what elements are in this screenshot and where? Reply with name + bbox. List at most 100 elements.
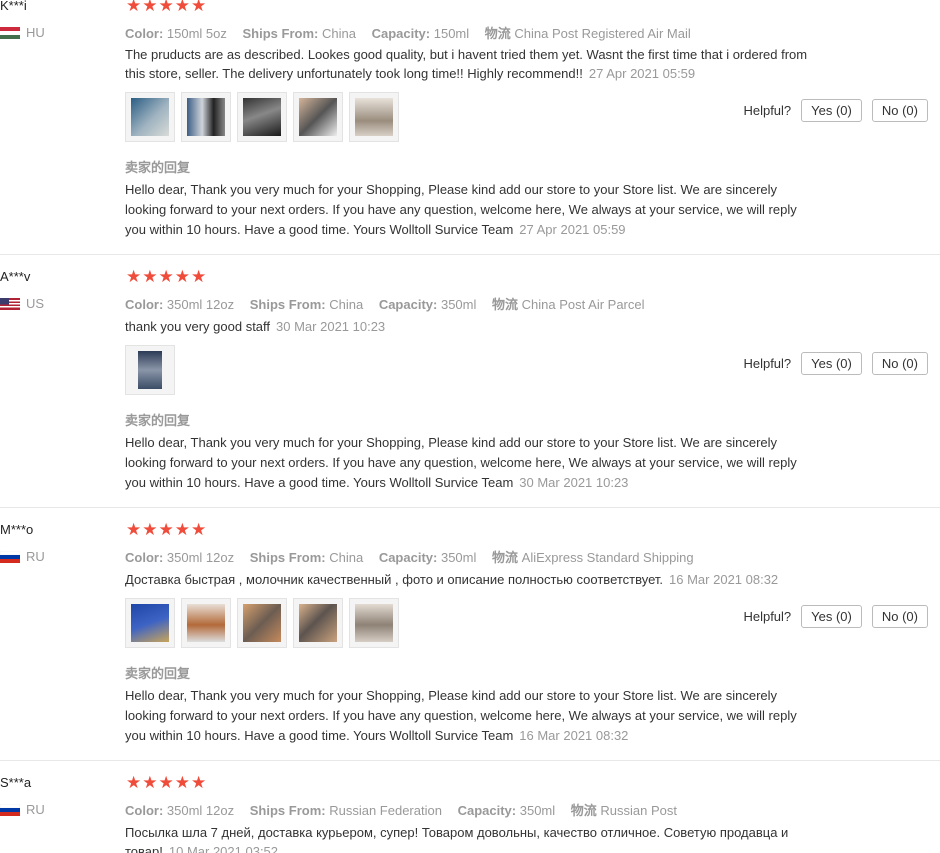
review-photo[interactable] — [349, 92, 399, 142]
logistics-value: Russian Post — [600, 803, 678, 818]
ships-from-label: Ships From: — [249, 803, 326, 818]
flag-ru-icon — [0, 550, 20, 563]
country-code: HU — [26, 25, 45, 40]
review-photo[interactable] — [237, 598, 287, 648]
review-photo[interactable] — [125, 345, 175, 395]
helpful-yes-button[interactable]: Yes (0) — [801, 99, 862, 122]
capacity-value: 350ml — [440, 550, 477, 565]
reviewer-name: S***a — [0, 775, 32, 790]
review-photos — [125, 598, 399, 648]
review-text: The pruducts are as described. Lookes go… — [125, 45, 825, 83]
ships-from-value: China — [321, 26, 356, 41]
helpful-vote: Helpful? Yes (0) No (0) — [743, 352, 928, 375]
reviewer-country: RU — [0, 802, 45, 817]
helpful-label: Helpful? — [743, 609, 792, 624]
review-photo[interactable] — [125, 598, 175, 648]
review-photos — [125, 345, 175, 395]
seller-reply: Hello dear, Thank you very much for your… — [125, 180, 805, 240]
reviewer-country: US — [0, 296, 44, 311]
logistics-label: 物流 — [484, 26, 511, 41]
helpful-yes-button[interactable]: Yes (0) — [801, 605, 862, 628]
review-photo[interactable] — [181, 92, 231, 142]
logistics-label: 物流 — [492, 550, 519, 565]
review-text: thank you very good staff 30 Mar 2021 10:… — [125, 317, 825, 336]
ships-from-value: China — [329, 297, 364, 312]
capacity-label: Capacity: — [457, 803, 517, 818]
review-photo[interactable] — [293, 92, 343, 142]
seller-reply-text: Hello dear, Thank you very much for your… — [125, 182, 797, 237]
review-body: Доставка быстрая , молочник качественный… — [125, 572, 664, 587]
country-code: US — [26, 296, 45, 311]
seller-reply-title: 卖家的回复 — [125, 666, 191, 681]
reviewer-name: K***i — [0, 0, 27, 13]
review-item: K***i HU ★★★★★ Color: 150ml 5oz Ships Fr… — [0, 0, 940, 255]
review-item: A***v US ★★★★★ Color: 350ml 12oz Ships F… — [0, 254, 940, 508]
review-photo[interactable] — [349, 598, 399, 648]
review-text: Доставка быстрая , молочник качественный… — [125, 570, 825, 589]
helpful-no-button[interactable]: No (0) — [871, 352, 928, 375]
star-rating: ★★★★★ — [126, 520, 208, 539]
ships-from-label: Ships From: — [249, 550, 326, 565]
logistics-value: AliExpress Standard Shipping — [521, 550, 694, 565]
review-body: The pruducts are as described. Lookes go… — [125, 47, 808, 81]
color-value: 350ml 12oz — [166, 803, 235, 818]
helpful-label: Helpful? — [743, 356, 792, 371]
flag-hu-icon — [0, 26, 20, 39]
review-photo[interactable] — [181, 598, 231, 648]
ships-from-label: Ships From: — [242, 26, 319, 41]
star-rating: ★★★★★ — [126, 267, 208, 286]
seller-reply-text: Hello dear, Thank you very much for your… — [125, 435, 797, 490]
helpful-no-button[interactable]: No (0) — [871, 605, 928, 628]
sku-attributes: Color: 150ml 5oz Ships From: China Capac… — [125, 23, 691, 42]
seller-reply-title: 卖家的回复 — [125, 160, 191, 175]
seller-reply: Hello dear, Thank you very much for your… — [125, 433, 805, 493]
helpful-yes-button[interactable]: Yes (0) — [801, 352, 862, 375]
logistics-value: China Post Air Parcel — [521, 297, 645, 312]
capacity-label: Capacity: — [378, 550, 438, 565]
reviewer-name: A***v — [0, 269, 31, 284]
helpful-vote: Helpful? Yes (0) No (0) — [743, 99, 928, 122]
review-text: Посылка шла 7 дней, доставка курьером, с… — [125, 823, 825, 853]
review-photo[interactable] — [293, 598, 343, 648]
seller-reply: Hello dear, Thank you very much for your… — [125, 686, 805, 746]
capacity-label: Capacity: — [378, 297, 438, 312]
capacity-label: Capacity: — [371, 26, 431, 41]
logistics-label: 物流 — [570, 803, 597, 818]
country-code: RU — [26, 549, 45, 564]
color-label: Color: — [125, 297, 164, 312]
color-value: 350ml 12oz — [166, 297, 235, 312]
logistics-label: 物流 — [492, 297, 519, 312]
reviewer-country: RU — [0, 549, 45, 564]
review-photo[interactable] — [125, 92, 175, 142]
helpful-label: Helpful? — [743, 103, 792, 118]
color-label: Color: — [125, 26, 164, 41]
review-photo[interactable] — [237, 92, 287, 142]
reply-date: 16 Mar 2021 08:32 — [519, 728, 629, 743]
helpful-vote: Helpful? Yes (0) No (0) — [743, 605, 928, 628]
capacity-value: 150ml — [433, 26, 470, 41]
color-value: 150ml 5oz — [166, 26, 227, 41]
reviewer-name: M***o — [0, 522, 34, 537]
star-rating: ★★★★★ — [126, 0, 208, 15]
sku-attributes: Color: 350ml 12oz Ships From: China Capa… — [125, 547, 694, 566]
review-photos — [125, 92, 399, 142]
logistics-value: China Post Registered Air Mail — [514, 26, 691, 41]
review-date: 30 Mar 2021 10:23 — [276, 319, 386, 334]
helpful-no-button[interactable]: No (0) — [871, 99, 928, 122]
review-date: 10 Mar 2021 03:52 — [168, 844, 279, 853]
sku-attributes: Color: 350ml 12oz Ships From: Russian Fe… — [125, 800, 677, 819]
capacity-value: 350ml — [440, 297, 477, 312]
flag-us-icon — [0, 297, 20, 310]
ships-from-label: Ships From: — [249, 297, 326, 312]
ships-from-value: China — [329, 550, 364, 565]
capacity-value: 350ml — [519, 803, 556, 818]
sku-attributes: Color: 350ml 12oz Ships From: China Capa… — [125, 294, 645, 313]
review-item: S***a RU ★★★★★ Color: 350ml 12oz Ships F… — [0, 760, 940, 853]
reply-date: 30 Mar 2021 10:23 — [519, 475, 629, 490]
color-value: 350ml 12oz — [166, 550, 235, 565]
ships-from-value: Russian Federation — [329, 803, 442, 818]
seller-reply-title: 卖家的回复 — [125, 413, 191, 428]
review-date: 16 Mar 2021 08:32 — [669, 572, 779, 587]
seller-reply-text: Hello dear, Thank you very much for your… — [125, 688, 797, 743]
flag-ru-icon — [0, 803, 20, 816]
